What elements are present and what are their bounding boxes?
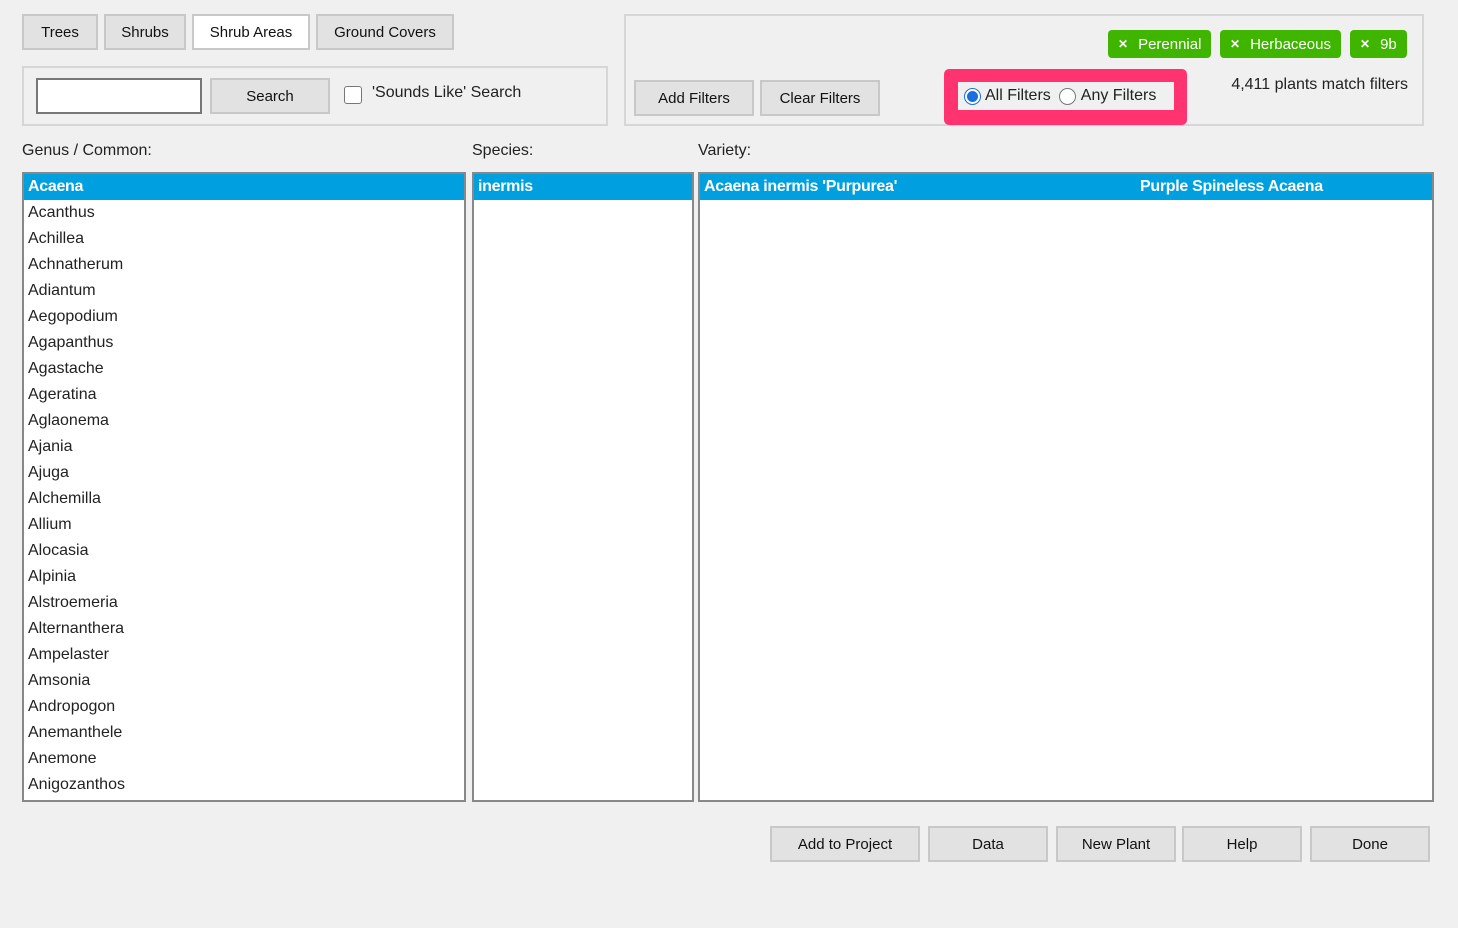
match-count: 4,411 plants match filters	[1231, 76, 1408, 93]
genus-list[interactable]: Acaena Acanthus Achillea Achnatherum Adiantu…	[22, 172, 466, 802]
genus-item[interactable]: Alchemilla	[24, 486, 464, 512]
species-label: Species:	[472, 142, 534, 159]
tab-trees[interactable]: Trees	[22, 14, 98, 50]
genus-item[interactable]: Amsonia	[24, 668, 464, 694]
variety-label: Variety:	[698, 142, 752, 159]
variety-list[interactable]: Acaena inermis 'Purpurea' Purple Spineles…	[698, 172, 1434, 802]
filter-chip-9b[interactable]: ✕ 9b	[1350, 30, 1407, 58]
add-filters-button[interactable]: Add Filters	[634, 80, 754, 116]
filter-chip-herbaceous[interactable]: ✕ Herbaceous	[1220, 30, 1341, 58]
sounds-like-checkbox[interactable]	[344, 86, 362, 104]
genus-item[interactable]: Andropogon	[24, 694, 464, 720]
species-list[interactable]: inermis	[472, 172, 694, 802]
filter-chip-perennial[interactable]: ✕ Perennial	[1108, 30, 1212, 58]
genus-item[interactable]: Achnatherum	[24, 252, 464, 278]
genus-item[interactable]: Ageratina	[24, 382, 464, 408]
genus-item[interactable]: Alocasia	[24, 538, 464, 564]
genus-item[interactable]: Adiantum	[24, 278, 464, 304]
variety-item[interactable]: Acaena inermis 'Purpurea' Purple Spineles…	[700, 174, 1432, 200]
genus-item[interactable]: Agastache	[24, 356, 464, 382]
any-filters-radio[interactable]	[1058, 87, 1076, 105]
data-button[interactable]: Data	[928, 826, 1048, 862]
variety-name: Acaena inermis 'Purpurea'	[704, 178, 898, 195]
clear-filters-button[interactable]: Clear Filters	[760, 80, 880, 116]
help-button[interactable]: Help	[1182, 826, 1302, 862]
genus-item[interactable]: Allium	[24, 512, 464, 538]
genus-item[interactable]: Acanthus	[24, 200, 464, 226]
genus-item[interactable]: Alpinia	[24, 564, 464, 590]
close-icon[interactable]: ✕	[1118, 37, 1128, 51]
search-button[interactable]: Search	[210, 78, 330, 114]
chip-label: 9b	[1380, 35, 1397, 53]
search-input[interactable]	[36, 78, 202, 114]
sounds-like-label: 'Sounds Like' Search	[372, 84, 522, 101]
genus-label: Genus / Common:	[22, 142, 152, 159]
genus-item[interactable]: Alstroemeria	[24, 590, 464, 616]
close-icon[interactable]: ✕	[1230, 37, 1240, 51]
chip-label: Herbaceous	[1250, 35, 1331, 53]
all-filters-label: All Filters	[985, 87, 1051, 104]
tab-ground-covers[interactable]: Ground Covers	[316, 14, 454, 50]
any-filters-label: Any Filters	[1080, 87, 1157, 104]
new-plant-button[interactable]: New Plant	[1056, 826, 1176, 862]
genus-item[interactable]: Aegopodium	[24, 304, 464, 330]
all-filters-radio[interactable]	[964, 87, 981, 105]
genus-item[interactable]: Achillea	[24, 226, 464, 252]
genus-item[interactable]: Aglaonema	[24, 408, 464, 434]
add-to-project-button[interactable]: Add to Project	[770, 826, 920, 862]
genus-item[interactable]: Ajuga	[24, 460, 464, 486]
filter-mode-highlight: All Filters Any Filters	[944, 69, 1187, 125]
genus-item[interactable]: Anemanthele	[24, 720, 464, 746]
genus-item[interactable]: Antennaria	[24, 798, 464, 800]
chip-label: Perennial	[1138, 35, 1202, 53]
genus-item[interactable]: Acaena	[24, 174, 464, 200]
species-item[interactable]: inermis	[474, 174, 692, 200]
genus-item[interactable]: Ajania	[24, 434, 464, 460]
tab-shrub-areas[interactable]: Shrub Areas	[192, 14, 310, 50]
close-icon[interactable]: ✕	[1360, 37, 1370, 51]
done-button[interactable]: Done	[1310, 826, 1430, 862]
genus-item[interactable]: Agapanthus	[24, 330, 464, 356]
variety-common-name: Purple Spineless Acaena	[1140, 178, 1323, 195]
search-panel: Search 'Sounds Like' Search	[22, 66, 608, 126]
genus-item[interactable]: Anigozanthos	[24, 772, 464, 798]
genus-item[interactable]: Ampelaster	[24, 642, 464, 668]
genus-item[interactable]: Anemone	[24, 746, 464, 772]
genus-item[interactable]: Alternanthera	[24, 616, 464, 642]
tab-shrubs[interactable]: Shrubs	[104, 14, 186, 50]
